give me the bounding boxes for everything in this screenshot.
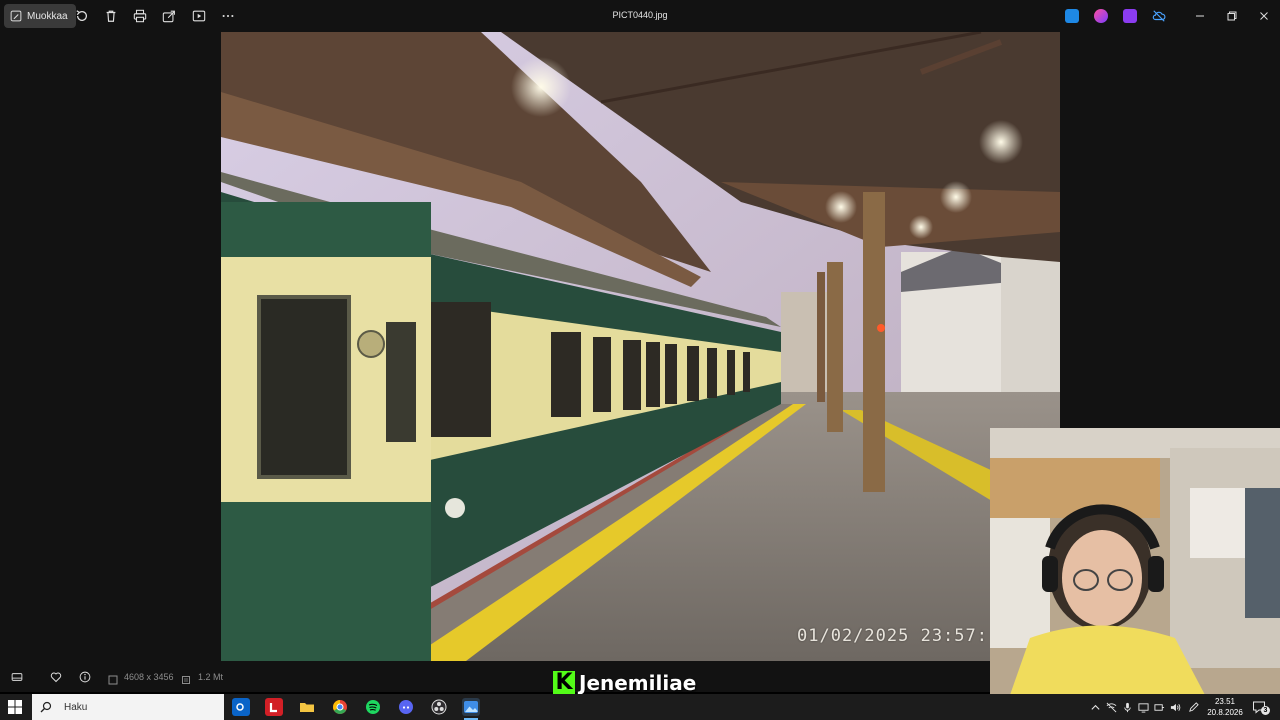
- volume-icon[interactable]: [1169, 701, 1181, 713]
- tray-overflow-chevron-icon[interactable]: [1089, 701, 1101, 713]
- webcam-video: [990, 428, 1280, 695]
- delete-icon[interactable]: [103, 8, 119, 24]
- start-button[interactable]: [8, 700, 22, 714]
- search-placeholder: Haku: [64, 701, 88, 713]
- close-button[interactable]: [1257, 9, 1271, 23]
- clock-date: 20.8.2026: [1207, 708, 1243, 717]
- app-tray-icon[interactable]: [1065, 9, 1079, 23]
- title-bar: Muokkaa PICT0440.jpg: [0, 0, 1280, 32]
- photos-app-icon[interactable]: [462, 698, 480, 720]
- image-size-icon: [108, 672, 118, 685]
- rotate-icon[interactable]: [74, 8, 90, 24]
- filmstrip-icon[interactable]: [10, 670, 24, 684]
- spotify-icon[interactable]: [364, 698, 382, 716]
- streamer-name: Jenemiliae: [579, 671, 697, 695]
- copilot-icon[interactable]: [1094, 9, 1108, 23]
- more-icon[interactable]: [220, 8, 236, 24]
- windows-logo-icon: [8, 700, 22, 714]
- windows-taskbar: Haku 23.51 20.8.2026 3: [0, 694, 1280, 720]
- minimize-button[interactable]: [1193, 9, 1207, 23]
- share-icon[interactable]: [161, 8, 177, 24]
- outlook-icon[interactable]: [232, 698, 250, 716]
- ethernet-icon[interactable]: [1153, 701, 1165, 713]
- file-size-icon: [181, 672, 191, 684]
- webcam-overlay: [990, 428, 1280, 695]
- image-dimensions: 4608 x 3456: [124, 672, 174, 682]
- edit-button[interactable]: Muokkaa: [4, 4, 76, 28]
- streamer-name-tag: K Jenemiliae: [553, 670, 696, 696]
- discord-icon[interactable]: [397, 698, 415, 716]
- chrome-icon[interactable]: [331, 698, 349, 716]
- favorite-heart-icon[interactable]: [49, 670, 63, 684]
- photo-timestamp: 01/02/2025 23:57:: [797, 626, 988, 646]
- edit-icon: [10, 10, 22, 22]
- notification-count-badge: 3: [1261, 706, 1270, 715]
- search-icon: [40, 701, 52, 713]
- slideshow-icon[interactable]: [191, 8, 207, 24]
- file-size: 1.2 Mt: [198, 672, 224, 682]
- cloud-off-icon[interactable]: [1152, 9, 1166, 23]
- window-title: PICT0440.jpg: [612, 10, 668, 20]
- network-off-icon[interactable]: [1105, 701, 1117, 713]
- print-icon[interactable]: [132, 8, 148, 24]
- info-icon[interactable]: [78, 670, 92, 684]
- photo-viewer-image[interactable]: 01/02/2025 23:57:: [221, 32, 1060, 661]
- system-clock[interactable]: 23.51 20.8.2026: [1202, 696, 1248, 718]
- l-app-icon[interactable]: [265, 698, 283, 716]
- microphone-icon[interactable]: [1121, 701, 1133, 713]
- maximize-button[interactable]: [1225, 9, 1239, 23]
- edit-button-label: Muokkaa: [27, 10, 68, 22]
- display-icon[interactable]: [1137, 701, 1149, 713]
- file-explorer-icon[interactable]: [298, 698, 316, 716]
- pen-icon[interactable]: [1187, 701, 1199, 713]
- train-station-photo: [221, 32, 1060, 661]
- clock-time: 23.51: [1214, 697, 1236, 706]
- taskbar-search-box[interactable]: Haku: [32, 694, 224, 720]
- kick-logo-icon: K: [553, 671, 575, 695]
- obs-icon[interactable]: [430, 698, 448, 716]
- clipchamp-icon[interactable]: [1123, 9, 1137, 23]
